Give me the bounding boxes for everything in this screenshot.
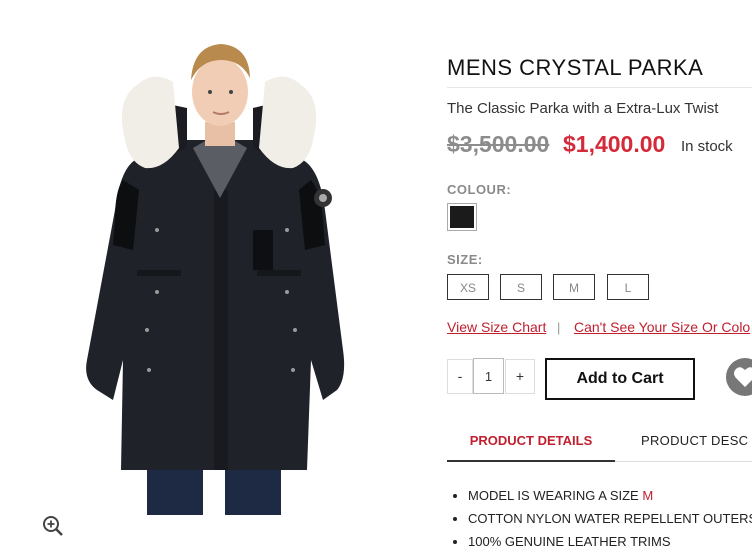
tab-product-details[interactable]: PRODUCT DETAILS xyxy=(447,422,615,462)
title-divider xyxy=(447,87,752,88)
size-option-s[interactable]: S xyxy=(500,274,542,300)
detail-highlight: M xyxy=(642,488,654,503)
tab-product-description[interactable]: PRODUCT DESC xyxy=(641,422,748,460)
detail-text: COTTON NYLON WATER REPELLENT OUTERS xyxy=(468,511,752,526)
heart-icon xyxy=(734,367,752,387)
list-item: MODEL IS WEARING A SIZE M xyxy=(468,484,752,507)
size-option-xs[interactable]: XS xyxy=(447,274,489,300)
colour-label: COLOUR: xyxy=(447,182,512,197)
stock-status: In stock xyxy=(681,138,733,155)
add-to-cart-button[interactable]: Add to Cart xyxy=(545,358,695,400)
colour-swatch-black[interactable] xyxy=(447,203,477,231)
zoom-in-icon[interactable] xyxy=(42,515,66,537)
size-option-m[interactable]: M xyxy=(553,274,595,300)
sale-price: $1,400.00 xyxy=(563,131,666,157)
product-subtitle: The Classic Parka with a Extra-Lux Twist xyxy=(447,100,719,117)
original-price: $3,500.00 xyxy=(447,131,550,157)
swatch-fill xyxy=(450,206,474,228)
link-separator: | xyxy=(557,320,561,335)
detail-text: 100% GENUINE LEATHER TRIMS xyxy=(468,534,671,549)
product-title: MENS CRYSTAL PARKA xyxy=(447,55,704,80)
quantity-increase-button[interactable]: + xyxy=(505,359,535,394)
detail-text: MODEL IS WEARING A SIZE xyxy=(468,488,643,503)
list-item: COTTON NYLON WATER REPELLENT OUTERS xyxy=(468,507,752,530)
product-details-list: MODEL IS WEARING A SIZE M COTTON NYLON W… xyxy=(447,484,752,553)
quantity-decrease-button[interactable]: - xyxy=(447,359,473,394)
cant-see-size-link[interactable]: Can't See Your Size Or Colo xyxy=(574,319,750,335)
view-size-chart-link[interactable]: View Size Chart xyxy=(447,319,546,335)
tabs-divider xyxy=(615,461,752,462)
wishlist-button[interactable] xyxy=(726,358,752,396)
size-label: SIZE: xyxy=(447,252,483,267)
quantity-input[interactable] xyxy=(473,358,504,394)
product-image[interactable] xyxy=(75,30,365,515)
size-option-l[interactable]: L xyxy=(607,274,649,300)
list-item: 100% GENUINE LEATHER TRIMS xyxy=(468,530,752,553)
